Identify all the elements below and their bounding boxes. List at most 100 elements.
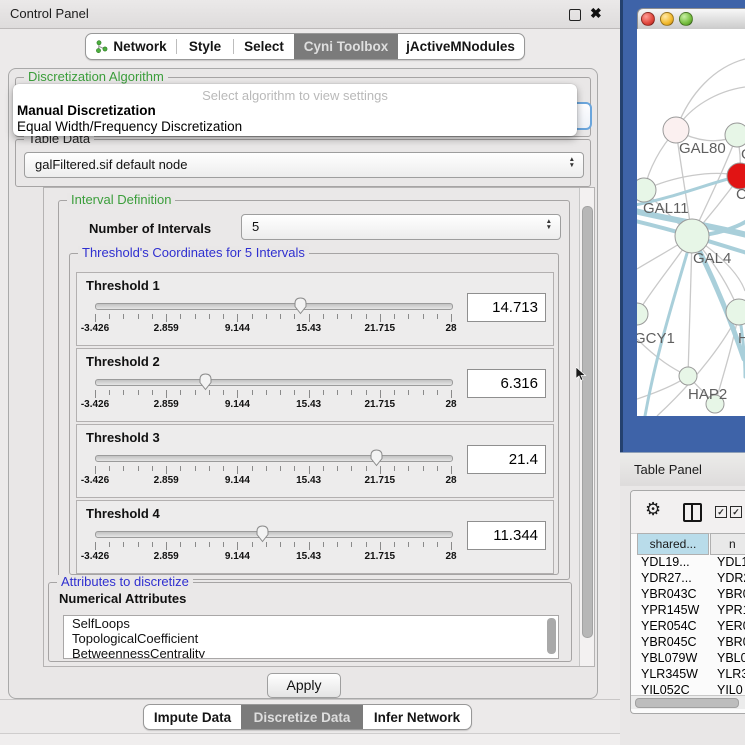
tick-label: 9.144 (212, 399, 262, 410)
gear-icon[interactable]: ⚙ (645, 500, 661, 518)
tick-label: 21.715 (355, 551, 405, 562)
minimize-traffic-light-icon[interactable] (660, 12, 674, 26)
tick-label: 15.43 (284, 551, 334, 562)
number-of-intervals-label: Number of Intervals (89, 221, 211, 236)
tab-discretize-data[interactable]: Discretize Data (241, 705, 363, 729)
close-traffic-light-icon[interactable] (641, 12, 655, 26)
minor-tick (294, 314, 295, 319)
table-row[interactable]: YDL19...YDL1 (631, 555, 745, 571)
minor-tick (152, 390, 153, 395)
attribute-list-item[interactable]: BetweennessCentrality (64, 646, 558, 659)
minor-tick (266, 542, 267, 547)
minor-tick (423, 314, 424, 319)
minor-tick (180, 390, 181, 395)
minor-tick (152, 314, 153, 319)
minor-tick (437, 314, 438, 319)
zoom-traffic-light-icon[interactable] (679, 12, 693, 26)
cell-shared-name: YIL052C (641, 683, 690, 695)
number-of-intervals-combobox[interactable]: 5 ▲▼ (241, 214, 561, 240)
network-node[interactable] (637, 178, 656, 202)
threshold-value-field[interactable]: 21.4 (467, 445, 546, 474)
minor-tick (337, 390, 338, 395)
table-panel-title: Table Panel (634, 462, 702, 477)
table-row[interactable]: YBR045CYBR0 (631, 635, 745, 651)
cell-name: YIL0 (717, 683, 743, 695)
attribute-list-item[interactable]: TopologicalCoefficient (64, 631, 558, 646)
minor-tick (123, 466, 124, 471)
cyni-mode-tabbar: Impute Data Discretize Data Infer Networ… (143, 704, 472, 730)
minor-tick (138, 390, 139, 395)
threshold-value-field[interactable]: 6.316 (467, 369, 546, 398)
major-tick (95, 390, 96, 398)
table-row[interactable]: YLR345WYLR3 (631, 667, 745, 683)
table-row[interactable]: YPR145WYPR1 (631, 603, 745, 619)
select-all-checkbox-icon[interactable]: ✓ (715, 506, 727, 518)
threshold-value-field[interactable]: 11.344 (467, 521, 546, 550)
attributes-scrollbar[interactable] (547, 618, 556, 654)
slider-thumb[interactable] (255, 524, 270, 543)
select-none-checkbox-icon[interactable]: ✓ (730, 506, 742, 518)
slider-track[interactable] (95, 531, 453, 538)
cell-shared-name: YBL079W (641, 651, 697, 665)
attribute-list-item[interactable]: SelfLoops (64, 616, 558, 631)
minor-tick (280, 314, 281, 319)
table-row[interactable]: YDR27...YDR2 (631, 571, 745, 587)
threshold-value-field[interactable]: 14.713 (467, 293, 546, 322)
algorithm-option-manual[interactable]: Manual Discretization (17, 103, 156, 118)
minor-tick (351, 542, 352, 547)
tab-impute-data[interactable]: Impute Data (144, 705, 241, 729)
minor-tick (394, 314, 395, 319)
tab-cyni-toolbox[interactable]: Cyni Toolbox (294, 34, 398, 59)
close-icon[interactable]: ✖ (590, 5, 602, 22)
network-canvas[interactable]: GAL80GACGAL11GAL4GCY1HHAP2 (637, 29, 745, 416)
status-strip (0, 733, 620, 745)
network-node-label: HAP2 (688, 386, 727, 403)
columns-icon[interactable] (683, 503, 702, 522)
tick-label: 9.144 (212, 323, 262, 334)
major-tick (451, 314, 452, 322)
network-edge (676, 59, 745, 130)
table-hscrollbar-thumb[interactable] (635, 698, 739, 708)
algorithm-option-equal-width[interactable]: Equal Width/Frequency Discretization (17, 119, 242, 134)
column-header-shared[interactable]: shared... (637, 533, 709, 555)
thresholds-group: Threshold's Coordinates for 5 Intervals … (69, 253, 559, 575)
table-row[interactable]: YBL079WYBL0 (631, 651, 745, 667)
minor-tick (408, 542, 409, 547)
major-tick (95, 314, 96, 322)
minor-tick (294, 466, 295, 471)
network-node[interactable] (679, 367, 697, 385)
table-data-combobox[interactable]: galFiltered.sif default node ▲▼ (24, 152, 584, 178)
minor-tick (209, 542, 210, 547)
column-header-name[interactable]: n (710, 533, 745, 555)
minor-tick (123, 390, 124, 395)
slider-thumb[interactable] (293, 296, 308, 315)
settings-scrollbar-thumb[interactable] (582, 206, 593, 638)
slider-thumb[interactable] (198, 372, 213, 391)
slider-track[interactable] (95, 303, 453, 310)
table-panel-titlebar: Table Panel (620, 452, 745, 488)
table-hscrollbar[interactable] (631, 695, 745, 709)
table-row[interactable]: YIL052C YIL0 (631, 683, 745, 695)
network-node[interactable] (675, 219, 709, 253)
minor-tick (138, 466, 139, 471)
table-row[interactable]: YER054CYER0 (631, 619, 745, 635)
slider-thumb[interactable] (369, 448, 384, 467)
network-node[interactable] (637, 303, 648, 325)
slider-track[interactable] (95, 455, 453, 462)
float-window-icon[interactable] (569, 9, 581, 21)
slider-track[interactable] (95, 379, 453, 386)
tab-infer-network[interactable]: Infer Network (363, 705, 471, 729)
major-tick (451, 466, 452, 474)
minor-tick (109, 314, 110, 319)
tab-style[interactable]: Style (177, 34, 233, 59)
minor-tick (437, 390, 438, 395)
tab-jactivemnodules[interactable]: jActiveMNodules (398, 34, 523, 59)
attributes-group: Attributes to discretize Numerical Attri… (48, 582, 572, 662)
settings-scrollbar[interactable] (579, 188, 594, 666)
tab-network[interactable]: Network (86, 34, 176, 59)
tab-select[interactable]: Select (234, 34, 294, 59)
apply-button[interactable]: Apply (267, 673, 341, 698)
numerical-attributes-list[interactable]: SelfLoopsTopologicalCoefficientBetweenne… (63, 615, 559, 659)
network-node[interactable] (725, 123, 745, 147)
table-row[interactable]: YBR043CYBR0 (631, 587, 745, 603)
